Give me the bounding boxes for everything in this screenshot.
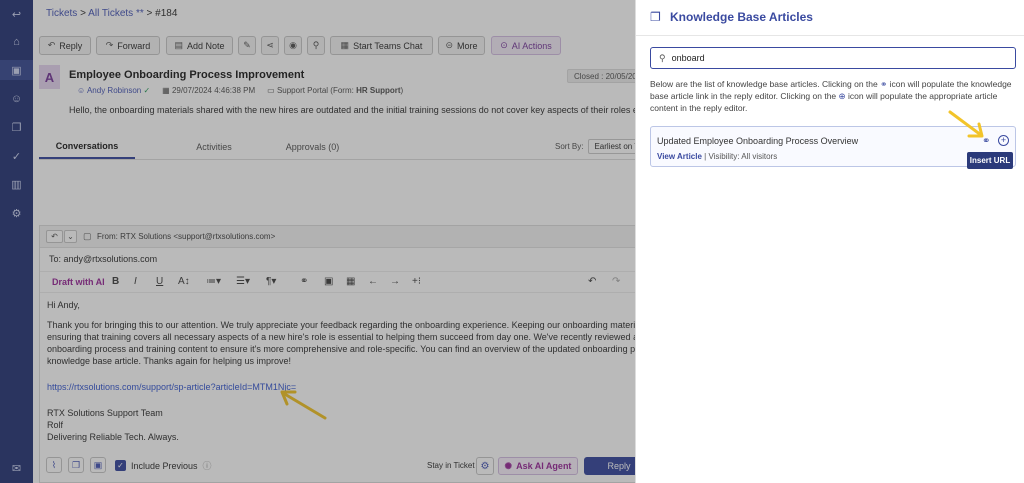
search-icon: ⚲ [659, 52, 666, 63]
visibility-text: | Visibility: All visitors [701, 152, 778, 161]
plus-circle-icon: ⊕ [838, 91, 846, 101]
link-icon: ⚭ [880, 79, 888, 89]
view-article-link[interactable]: View Article [657, 152, 702, 161]
kb-search[interactable]: ⚲ [650, 47, 1016, 69]
annotation-arrow-icon [948, 110, 984, 138]
kb-panel-title: Knowledge Base Articles [670, 10, 813, 24]
insert-url-tooltip: Insert URL [967, 152, 1013, 169]
article-title: Updated Employee Onboarding Process Over… [657, 136, 859, 146]
kb-panel: ❐ Knowledge Base Articles ⚲ Below are th… [635, 0, 1024, 483]
kb-panel-header: ❐ Knowledge Base Articles [636, 0, 1024, 36]
kb-search-input[interactable] [671, 53, 972, 63]
modal-backdrop[interactable] [0, 0, 635, 483]
book-icon: ❐ [650, 10, 661, 24]
insert-content-icon[interactable]: + [998, 135, 1009, 146]
description-text: Below are the list of knowledge base art… [650, 79, 878, 89]
article-meta: View Article | Visibility: All visitors [657, 152, 777, 161]
